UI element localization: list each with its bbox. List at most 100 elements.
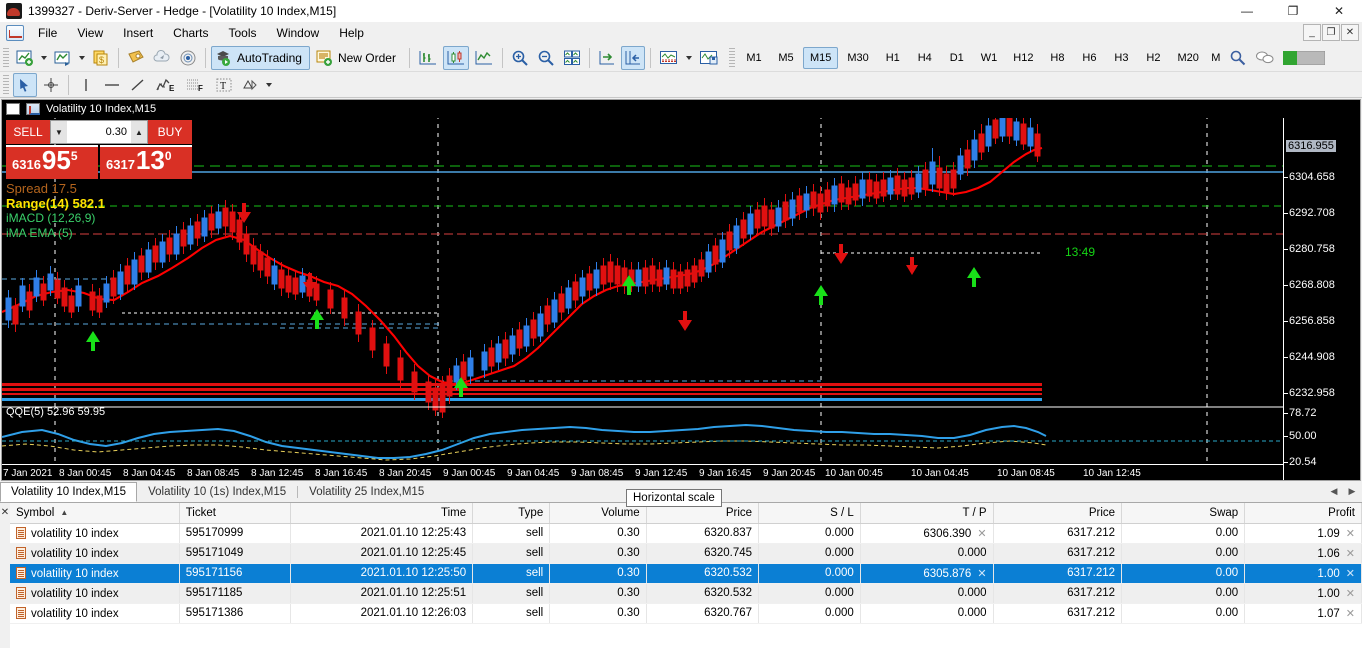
auto-scroll-icon[interactable] [621,46,645,70]
tab-scroll-left-icon[interactable]: ◀ [1326,483,1342,499]
timeframe-m30[interactable]: M30 [840,47,875,69]
zoom-out-icon[interactable] [534,46,558,70]
timeframe-m5[interactable]: M5 [771,47,801,69]
timeframe-m1[interactable]: M1 [739,47,769,69]
minimize-button[interactable]: — [1224,0,1270,22]
menu-item-charts[interactable]: Charts [163,23,218,43]
volume-value[interactable]: 0.30 [67,121,131,143]
tp-close-icon[interactable]: ✕ [977,568,986,580]
mdi-close-button[interactable]: ✕ [1341,24,1359,41]
mdi-restore-button[interactable]: ❐ [1322,24,1340,41]
chart-window[interactable]: Volatility 10 Index,M15 SELL ▼ 0.30 ▲ BU… [1,99,1361,481]
timeframe-h12[interactable]: H12 [1006,47,1040,69]
sell-button[interactable]: 6316 95 5 [6,145,98,179]
table-row[interactable]: volatility 10 index 595171386 2021.01.10… [10,603,1362,623]
timeframe-h1[interactable]: H1 [878,47,908,69]
search-icon[interactable] [1226,46,1250,70]
crosshair-icon[interactable] [39,73,63,97]
column-header-type[interactable]: Type [473,503,550,523]
menu-item-insert[interactable]: Insert [113,23,163,43]
trendline-icon[interactable] [126,73,150,97]
column-header-ticket[interactable]: Ticket [179,503,290,523]
close-position-icon[interactable]: ✕ [1346,608,1355,620]
timeframe-h3[interactable]: H3 [1106,47,1136,69]
new-chart-dropdown-icon[interactable] [41,56,47,60]
chart-tab-volatility-10[interactable]: Volatility 10 Index,M15 [0,482,137,502]
timeframe-m20[interactable]: M20 [1170,47,1205,69]
horizontal-line-icon[interactable] [100,73,124,97]
menu-item-help[interactable]: Help [329,23,374,43]
line-chart-icon[interactable] [471,46,497,70]
fibonacci-icon[interactable]: F [182,73,210,97]
new-chart-icon[interactable] [13,46,37,70]
buy-button[interactable]: 6317 13 0 [100,145,192,179]
chart-tab-volatility-25[interactable]: Volatility 25 Index,M15 [298,482,435,502]
table-row[interactable]: volatility 10 index 595170999 2021.01.10… [10,523,1362,543]
menu-item-window[interactable]: Window [267,23,330,43]
data-window-icon[interactable] [124,46,148,70]
timeframe-m15[interactable]: M15 [803,47,838,69]
column-header-sl[interactable]: S / L [759,503,861,523]
table-row[interactable]: volatility 10 index 595171185 2021.01.10… [10,583,1362,603]
zoom-in-icon[interactable] [508,46,532,70]
timeframe-h8[interactable]: H8 [1042,47,1072,69]
bar-chart-icon[interactable] [415,46,441,70]
cursor-icon[interactable] [13,73,37,97]
toolbar-grip[interactable] [3,48,9,68]
shapes-icon[interactable] [238,73,262,97]
time-scale[interactable]: 7 Jan 2021 8 Jan 00:45 8 Jan 04:45 8 Jan… [2,464,1283,480]
menu-item-tools[interactable]: Tools [219,23,267,43]
chart-canvas[interactable] [2,100,1360,480]
column-header-swap[interactable]: Swap [1122,503,1245,523]
line-studies-grip[interactable] [3,75,9,95]
mdi-minimize-button[interactable]: _ [1303,24,1321,41]
timeframe-h6[interactable]: H6 [1074,47,1104,69]
maximize-button[interactable]: ❐ [1270,0,1316,22]
elliott-wave-icon[interactable]: E [152,73,180,97]
timeframe-h4[interactable]: H4 [910,47,940,69]
close-position-icon[interactable]: ✕ [1346,568,1355,580]
close-button[interactable]: ✕ [1316,0,1362,22]
shapes-dropdown-icon[interactable] [266,83,272,87]
profiles-dropdown-icon[interactable] [79,56,85,60]
terminal-close-panel-button[interactable]: ✕ [0,503,10,648]
text-tool-icon[interactable]: T [212,73,236,97]
table-row[interactable]: volatility 10 index 595171049 2021.01.10… [10,543,1362,563]
menu-item-file[interactable]: File [28,23,67,43]
close-position-icon[interactable]: ✕ [1346,588,1355,600]
candlestick-chart-icon[interactable] [443,46,469,70]
market-watch-icon[interactable]: $ [89,46,113,70]
indicators-dropdown-icon[interactable] [686,56,692,60]
templates-icon[interactable] [696,46,722,70]
vertical-line-icon[interactable] [74,73,98,97]
column-header-profit[interactable]: Profit [1245,503,1362,523]
close-position-icon[interactable]: ✕ [1346,548,1355,560]
volume-increase-icon[interactable]: ▲ [131,121,147,143]
signals-icon[interactable] [176,46,200,70]
chat-icon[interactable] [1252,46,1278,70]
timeframe-h2[interactable]: H2 [1138,47,1168,69]
volume-decrease-icon[interactable]: ▼ [51,121,67,143]
column-header-tp[interactable]: T / P [860,503,993,523]
indicators-icon[interactable] [656,46,682,70]
new-order-button[interactable]: New Order [312,46,404,70]
column-header-time[interactable]: Time [291,503,473,523]
tab-scroll-right-icon[interactable]: ▶ [1344,483,1360,499]
column-header-price-current[interactable]: Price [993,503,1122,523]
autotrading-button[interactable]: AutoTrading [211,46,310,70]
tp-close-icon[interactable]: ✕ [977,528,986,540]
price-scale[interactable]: 6328.558 6316.955 6304.658 6292.708 6280… [1283,100,1360,480]
column-header-symbol[interactable]: Symbol▲ [10,503,179,523]
navigator-icon[interactable] [150,46,174,70]
one-click-trading-panel[interactable]: SELL ▼ 0.30 ▲ BUY 6316 95 5 6317 13 0 [6,120,192,241]
timeframe-w1[interactable]: W1 [974,47,1005,69]
tile-windows-icon[interactable] [560,46,584,70]
chart-shift-icon[interactable] [595,46,619,70]
table-row[interactable]: volatility 10 index 595171156 2021.01.10… [10,563,1362,583]
chart-tab-volatility-10-1s[interactable]: Volatility 10 (1s) Index,M15 [137,482,297,502]
timeframe-d1[interactable]: D1 [942,47,972,69]
profiles-icon[interactable] [51,46,75,70]
volume-stepper[interactable]: ▼ 0.30 ▲ [50,120,148,144]
menu-item-view[interactable]: View [67,23,113,43]
timeframe-toolbar-grip[interactable] [729,48,735,68]
